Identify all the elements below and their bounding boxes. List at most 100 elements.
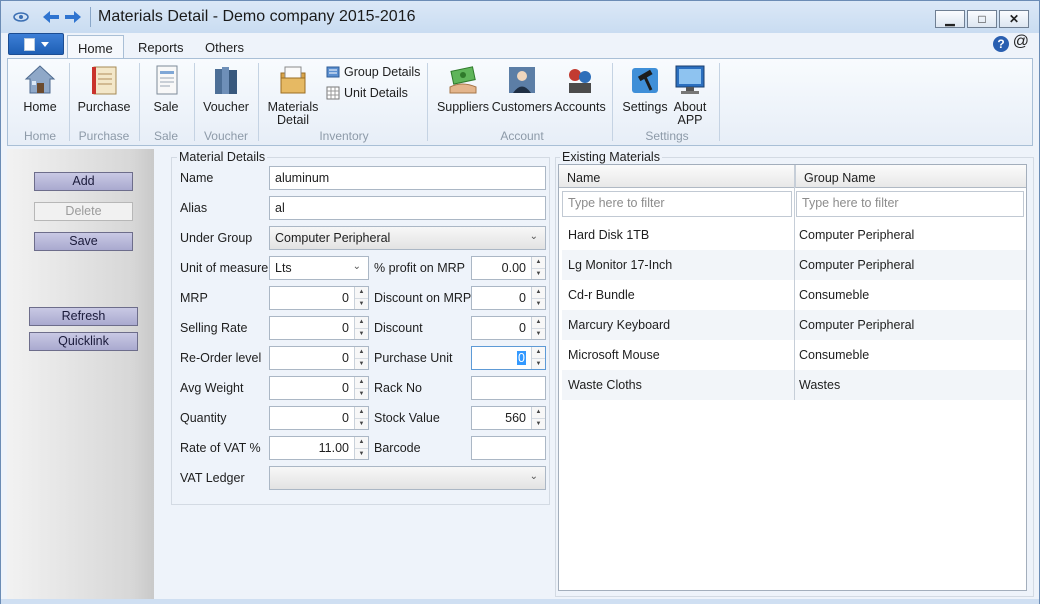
selling-rate-value: 0 <box>342 321 349 335</box>
spinner[interactable]: ▲ ▼ <box>354 437 368 459</box>
rack-no-label: Rack No <box>374 381 422 395</box>
spinner[interactable]: ▲ ▼ <box>531 347 545 369</box>
house-icon <box>23 63 57 97</box>
spin-up-icon[interactable]: ▲ <box>532 287 545 298</box>
spin-down-icon[interactable]: ▼ <box>532 357 545 369</box>
spin-up-icon[interactable]: ▲ <box>532 347 545 358</box>
profit-on-mrp-stepper[interactable]: 0.00 ▲ ▼ <box>471 256 546 280</box>
spin-up-icon[interactable]: ▲ <box>355 377 368 388</box>
add-button[interactable]: Add <box>34 172 133 191</box>
rate-of-vat-label: Rate of VAT % <box>180 441 261 455</box>
tab-home[interactable]: Home <box>67 35 124 59</box>
ribbon-home-button[interactable]: Home <box>18 63 62 114</box>
ribbon-about-button[interactable]: About APP <box>668 63 712 127</box>
unit-of-measure-value: Lts <box>275 261 292 275</box>
back-arrow-icon[interactable] <box>41 7 61 27</box>
quantity-stepper[interactable]: 0 ▲ ▼ <box>269 406 369 430</box>
vat-ledger-select[interactable]: ⌄ <box>269 466 546 490</box>
minimize-button[interactable]: ▁ <box>935 10 965 28</box>
spin-down-icon[interactable]: ▼ <box>532 417 545 429</box>
discount-stepper[interactable]: 0 ▲ ▼ <box>471 316 546 340</box>
spin-down-icon[interactable]: ▼ <box>355 297 368 309</box>
application-menu-button[interactable] <box>8 33 64 55</box>
ribbon-sale-button[interactable]: Sale <box>146 63 186 114</box>
name-filter-input[interactable]: Type here to filter <box>562 191 792 217</box>
under-group-select[interactable]: Computer Peripheral ⌄ <box>269 226 546 250</box>
spinner[interactable]: ▲ ▼ <box>531 287 545 309</box>
spin-up-icon[interactable]: ▲ <box>355 347 368 358</box>
spinner[interactable]: ▲ ▼ <box>354 347 368 369</box>
ribbon-suppliers-button[interactable]: Suppliers <box>436 63 490 114</box>
delete-button[interactable]: Delete <box>34 202 133 221</box>
ribbon-separator <box>139 63 140 141</box>
purchase-unit-value: 0 <box>517 351 526 365</box>
spin-down-icon[interactable]: ▼ <box>355 387 368 399</box>
spin-up-icon[interactable]: ▲ <box>355 437 368 448</box>
stock-value-stepper[interactable]: 560 ▲ ▼ <box>471 406 546 430</box>
mrp-stepper[interactable]: 0 ▲ ▼ <box>269 286 369 310</box>
ribbon-settings-label: Settings <box>622 100 668 114</box>
spin-up-icon[interactable]: ▲ <box>355 287 368 298</box>
ribbon-group-details-button[interactable]: Group Details <box>326 65 420 79</box>
group-label-inventory: Inventory <box>319 129 369 143</box>
spin-down-icon[interactable]: ▼ <box>532 267 545 279</box>
column-header-group-name[interactable]: Group Name <box>795 165 1026 188</box>
forward-arrow-icon[interactable] <box>63 7 83 27</box>
spin-down-icon[interactable]: ▼ <box>532 327 545 339</box>
close-button[interactable]: ✕ <box>999 10 1029 28</box>
ribbon-purchase-button[interactable]: Purchase <box>76 63 132 114</box>
spin-up-icon[interactable]: ▲ <box>355 317 368 328</box>
rack-no-field[interactable] <box>471 376 546 400</box>
spin-up-icon[interactable]: ▲ <box>532 257 545 268</box>
row-name-cell: Waste Cloths <box>568 378 642 392</box>
alias-field[interactable]: al <box>269 196 546 220</box>
ribbon-suppliers-label: Suppliers <box>436 100 490 114</box>
spinner[interactable]: ▲ ▼ <box>354 287 368 309</box>
maximize-button[interactable]: □ <box>967 10 997 28</box>
ribbon-customers-button[interactable]: Customers <box>492 63 552 114</box>
column-header-name[interactable]: Name <box>559 165 795 188</box>
name-field[interactable]: aluminum <box>269 166 546 190</box>
quicklink-button[interactable]: Quicklink <box>29 332 138 351</box>
spin-down-icon[interactable]: ▼ <box>355 417 368 429</box>
avg-weight-stepper[interactable]: 0 ▲ ▼ <box>269 376 369 400</box>
title-bar: Materials Detail - Demo company 2015-201… <box>1 1 1039 33</box>
barcode-field[interactable] <box>471 436 546 460</box>
save-button[interactable]: Save <box>34 232 133 251</box>
row-group-cell: Consumeble <box>799 288 870 302</box>
spinner[interactable]: ▲ ▼ <box>531 407 545 429</box>
at-sign-icon[interactable]: @ <box>1013 33 1029 51</box>
spinner[interactable]: ▲ ▼ <box>354 377 368 399</box>
ribbon-settings-button[interactable]: Settings <box>620 63 670 114</box>
purchase-unit-stepper[interactable]: 0 ▲ ▼ <box>471 346 546 370</box>
selling-rate-stepper[interactable]: 0 ▲ ▼ <box>269 316 369 340</box>
spinner[interactable]: ▲ ▼ <box>354 317 368 339</box>
rate-of-vat-stepper[interactable]: 11.00 ▲ ▼ <box>269 436 369 460</box>
spin-down-icon[interactable]: ▼ <box>532 297 545 309</box>
tab-reports[interactable]: Reports <box>128 35 194 59</box>
spinner[interactable]: ▲ ▼ <box>354 407 368 429</box>
help-icon[interactable]: ? <box>993 36 1009 52</box>
document-icon <box>23 37 35 51</box>
group-filter-input[interactable]: Type here to filter <box>796 191 1024 217</box>
spin-down-icon[interactable]: ▼ <box>355 327 368 339</box>
ribbon-voucher-button[interactable]: Voucher <box>201 63 251 114</box>
spin-up-icon[interactable]: ▲ <box>355 407 368 418</box>
discount-on-mrp-stepper[interactable]: 0 ▲ ▼ <box>471 286 546 310</box>
spin-up-icon[interactable]: ▲ <box>532 407 545 418</box>
spinner[interactable]: ▲ ▼ <box>531 257 545 279</box>
ribbon-accounts-button[interactable]: Accounts <box>552 63 608 114</box>
unit-of-measure-select[interactable]: Lts ⌄ <box>269 256 369 280</box>
refresh-button[interactable]: Refresh <box>29 307 138 326</box>
spin-up-icon[interactable]: ▲ <box>532 317 545 328</box>
ribbon-materials-label-line2: Detail <box>277 113 309 127</box>
tab-others[interactable]: Others <box>195 35 254 59</box>
ribbon-unit-details-button[interactable]: Unit Details <box>326 86 408 100</box>
reorder-level-stepper[interactable]: 0 ▲ ▼ <box>269 346 369 370</box>
spinner[interactable]: ▲ ▼ <box>531 317 545 339</box>
spin-down-icon[interactable]: ▼ <box>355 447 368 459</box>
monitor-icon <box>673 63 707 97</box>
ribbon-materials-detail-button[interactable]: Materials Detail <box>266 63 320 127</box>
spin-down-icon[interactable]: ▼ <box>355 357 368 369</box>
group-details-label: Group Details <box>344 65 421 79</box>
